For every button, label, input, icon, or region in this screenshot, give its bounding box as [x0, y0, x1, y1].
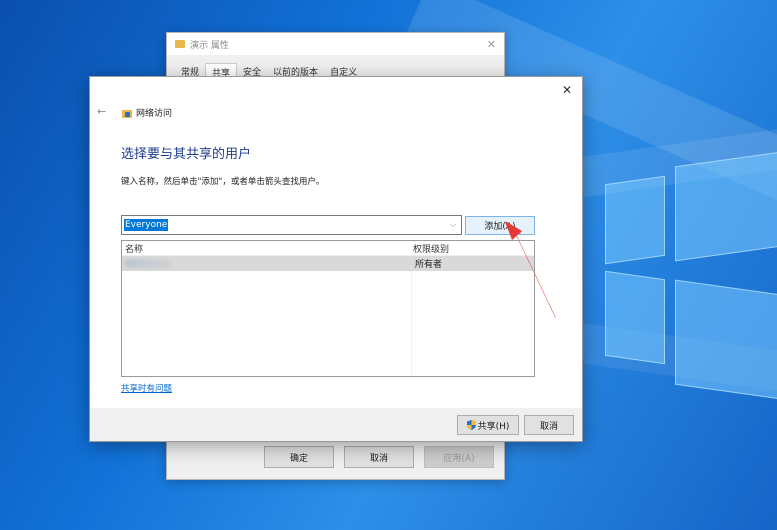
- list-item[interactable]: 所有者: [122, 256, 534, 271]
- apply-button[interactable]: 应用(A): [424, 446, 494, 468]
- close-icon[interactable]: ✕: [562, 83, 572, 97]
- user-permission-list: 名称 权限级别 所有者: [121, 240, 535, 377]
- dialog-cancel-button[interactable]: 取消: [524, 415, 574, 435]
- column-divider: [411, 256, 412, 376]
- share-button-label: 共享(H): [477, 421, 510, 432]
- folder-icon: [175, 40, 185, 48]
- back-arrow-icon[interactable]: ←: [97, 105, 106, 118]
- ok-button[interactable]: 确定: [264, 446, 334, 468]
- windows-logo: [600, 149, 777, 440]
- column-header-permission[interactable]: 权限级别: [411, 242, 449, 255]
- chevron-down-icon[interactable]: ⌵: [450, 220, 456, 230]
- column-header-name[interactable]: 名称: [122, 242, 411, 255]
- sharing-help-link[interactable]: 共享时有问题: [121, 382, 172, 394]
- uac-shield-icon: [466, 420, 476, 430]
- dialog-title-text: 网络访问: [136, 109, 173, 119]
- instruction-text: 键入名称，然后单击"添加"，或者单击箭头查找用户。: [121, 177, 325, 187]
- combo-value[interactable]: Everyone: [124, 219, 169, 231]
- permission-level: 所有者: [415, 260, 443, 270]
- user-combo-box[interactable]: Everyone ⌵: [121, 215, 462, 235]
- redacted-user-name: [125, 259, 170, 268]
- page-heading: 选择要与其共享的用户: [121, 147, 252, 162]
- share-button[interactable]: 共享(H): [457, 415, 519, 435]
- properties-titlebar: 演示 属性 ✕: [167, 33, 504, 55]
- cancel-button[interactable]: 取消: [344, 446, 414, 468]
- network-folder-icon: [122, 108, 132, 118]
- close-icon[interactable]: ✕: [487, 38, 496, 51]
- network-access-dialog: ✕ ← 网络访问 选择要与其共享的用户 键入名称，然后单击"添加"，或者单击箭头…: [89, 76, 583, 442]
- add-button[interactable]: 添加(A): [465, 216, 535, 235]
- properties-title: 演示 属性: [190, 40, 229, 51]
- list-header: 名称 权限级别: [122, 241, 534, 256]
- dialog-title: 网络访问: [122, 106, 172, 119]
